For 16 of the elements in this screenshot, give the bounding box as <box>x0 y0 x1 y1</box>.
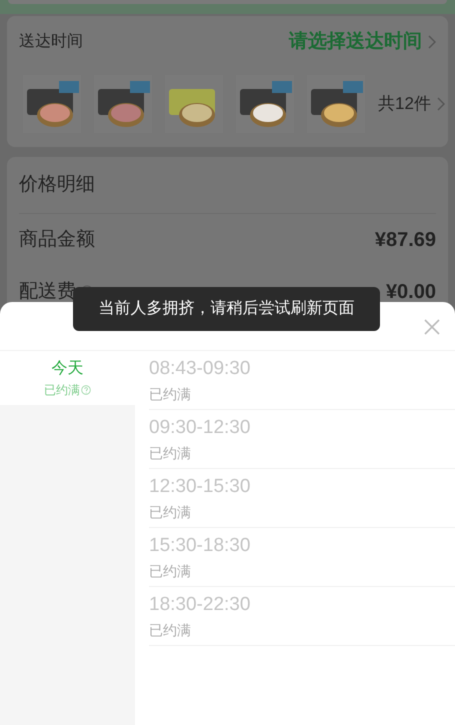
price-value: ¥0.00 <box>386 280 436 305</box>
close-icon <box>423 318 441 336</box>
chevron-right-icon <box>428 35 436 50</box>
day-label: 今天 <box>52 359 84 379</box>
price-title: 价格明细 <box>19 156 436 214</box>
day-status: 已约满 <box>44 382 80 399</box>
price-row-label: 配送费 <box>19 280 76 304</box>
price-row-label: 商品金额 <box>19 228 95 252</box>
close-button[interactable] <box>423 318 441 336</box>
delivery-time-label: 送达时间 <box>19 32 83 52</box>
choose-time-link[interactable]: 请选择送达时间 <box>289 28 436 56</box>
help-icon <box>81 385 91 395</box>
chevron-right-icon <box>436 96 445 110</box>
day-tab[interactable]: 今天 已约满 <box>0 351 135 405</box>
item-count-link[interactable]: 共12件 <box>378 90 445 116</box>
price-value: ¥87.69 <box>374 228 436 253</box>
